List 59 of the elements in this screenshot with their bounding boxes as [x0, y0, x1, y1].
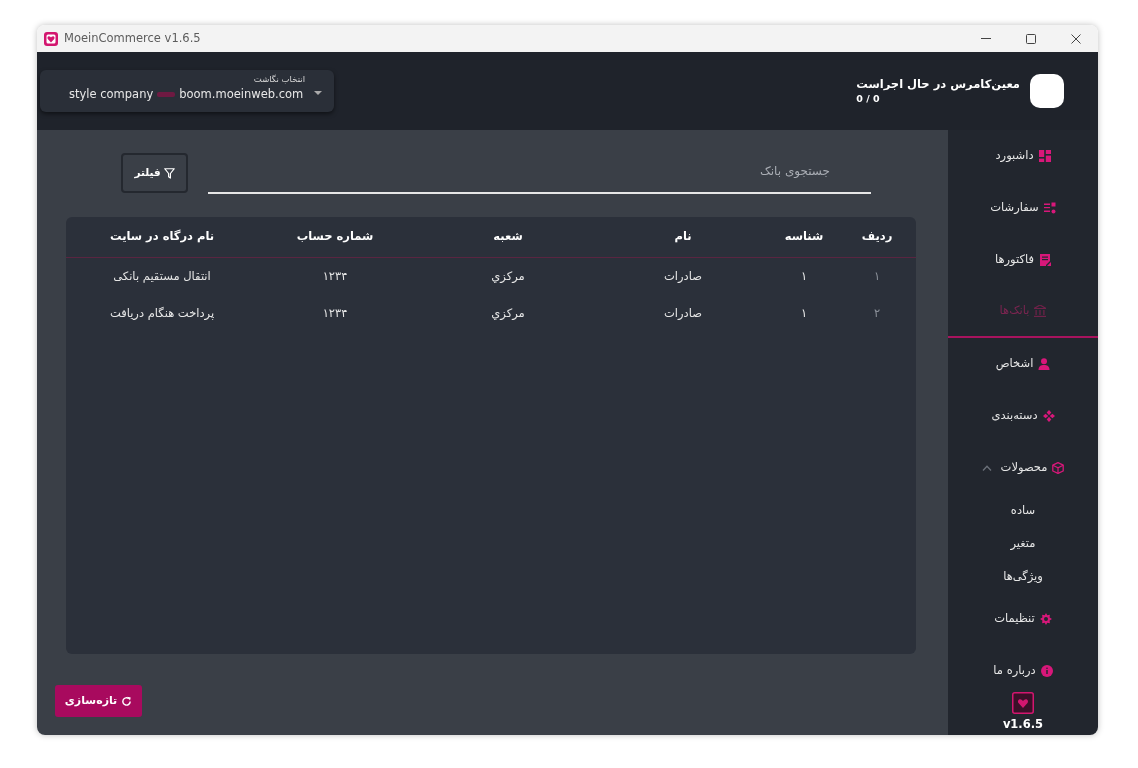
- filter-button[interactable]: فیلتر: [121, 153, 188, 193]
- sidebar-item[interactable]: سفارشات: [948, 182, 1098, 234]
- app-logo-icon: [44, 31, 58, 46]
- document-icon: [1039, 254, 1051, 266]
- window-title: MoeinCommerce v1.6.5: [64, 29, 201, 47]
- sidebar-subitem[interactable]: ویژگی‌ها: [948, 560, 1098, 593]
- table-cell-text: صادرات: [664, 304, 702, 322]
- select-value: boom.moeinweb.com: [179, 86, 304, 102]
- table-cell-text: مرکزي: [491, 304, 525, 322]
- column-header: شماره حساب: [296, 228, 374, 246]
- version-label: v1.6.5: [1002, 717, 1044, 731]
- column-header: شناسه: [784, 228, 824, 246]
- sidebar-item[interactable]: تنظیمات: [948, 593, 1098, 645]
- column-header: نام: [674, 228, 692, 246]
- close-icon: [1070, 33, 1081, 44]
- table-cell-text: ۱: [800, 304, 808, 322]
- table-cell-text: ٢: [873, 304, 881, 322]
- table-cell-text: صادرات: [664, 267, 702, 285]
- minimize-icon: [980, 38, 991, 39]
- image-placeholder: [1030, 74, 1064, 108]
- sidebar-subitem[interactable]: متغیر: [948, 527, 1098, 560]
- box-icon: [1052, 462, 1065, 474]
- column-header: شعبه: [493, 228, 523, 246]
- bank-icon: [1034, 305, 1047, 317]
- search-field[interactable]: جستجوی بانک: [208, 150, 871, 194]
- sidebar-item[interactable]: فاکتورها: [948, 234, 1098, 286]
- sidebar-item[interactable]: محصولات: [948, 442, 1098, 494]
- person-icon: [1038, 358, 1051, 370]
- sidebar-item[interactable]: اشخاص: [948, 338, 1098, 390]
- separator-mark-icon: [157, 91, 176, 97]
- select-value: style company: [69, 86, 154, 102]
- sidebar-subitem[interactable]: ساده: [948, 494, 1098, 527]
- table-cell-text: ۱: [800, 267, 808, 285]
- maximize-icon: [1025, 33, 1036, 44]
- table-cell-text: انتقال مستقیم بانکی: [113, 267, 211, 285]
- app-logo-icon: [1012, 692, 1034, 714]
- dashboard-icon: [1038, 150, 1051, 162]
- column-header: نام درگاه در سایت: [110, 228, 215, 246]
- category-icon: [1042, 410, 1055, 422]
- sidebar-item[interactable]: درباره ما: [948, 645, 1098, 697]
- refresh-icon: [121, 695, 133, 707]
- status-count: 0 / 0: [856, 92, 880, 106]
- dropdown-caret-icon: [314, 91, 322, 95]
- refresh-button[interactable]: تازه‌سازی: [55, 685, 142, 717]
- table-cell-text: پرداخت هنگام دریافت: [109, 304, 215, 322]
- table-cell-text: ۱۲۳۴: [322, 304, 348, 322]
- chevron-up-icon: [981, 465, 992, 471]
- table-cell-text: ۱۲۳۴: [322, 267, 348, 285]
- sidebar-item[interactable]: داشبورد: [948, 130, 1098, 182]
- filter-icon: [163, 167, 175, 179]
- list-icon: [1043, 202, 1056, 214]
- info-icon: [1040, 665, 1053, 677]
- settings-icon: [1039, 613, 1052, 625]
- sidebar-item[interactable]: دسته‌بندی: [948, 390, 1098, 442]
- status-title: معین‌کامرس در حال اجراست: [856, 76, 1020, 92]
- table-cell-text: مرکزي: [491, 267, 525, 285]
- table-cell-text: ١: [873, 267, 881, 285]
- select-label: انتخاب نگاشت: [253, 73, 305, 85]
- column-header: ردیف: [861, 228, 893, 246]
